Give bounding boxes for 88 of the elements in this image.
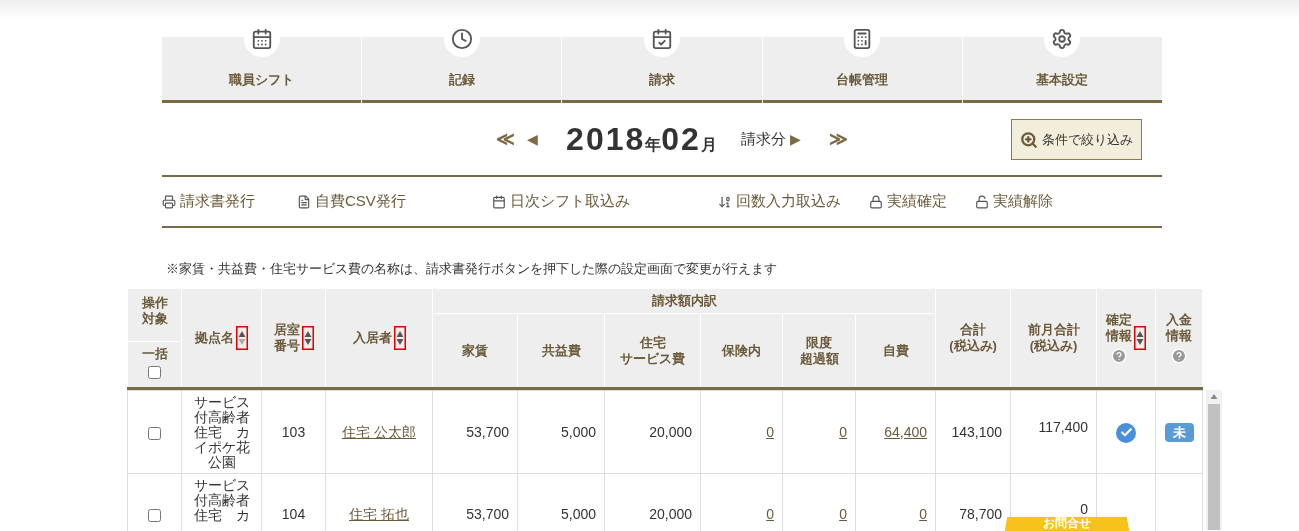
filter-button[interactable]: 条件で絞り込み — [1011, 119, 1142, 160]
period-title: 2018年02月 — [566, 120, 717, 159]
nav-tab[interactable]: 職員シフト — [162, 21, 363, 103]
amount-link[interactable]: 0 — [766, 506, 774, 523]
column-header: 自費 — [882, 342, 909, 359]
action-link[interactable]: 請求書発行 — [162, 190, 255, 213]
room-number: 104 — [281, 506, 306, 523]
calendar-icon — [250, 28, 273, 50]
column-header: (税込み) — [1029, 338, 1078, 355]
zoom-in-icon — [1020, 130, 1038, 149]
amount-text: 53,700 — [466, 506, 509, 523]
nav-tab[interactable]: 記録 — [362, 21, 563, 103]
column-header: 入居者 — [352, 330, 392, 347]
lock-icon — [868, 194, 883, 209]
help-icon[interactable] — [1171, 348, 1188, 365]
amount-link[interactable]: 0 — [839, 506, 847, 523]
column-header: 家賃 — [462, 342, 488, 359]
sort-icon[interactable] — [236, 326, 248, 351]
column-header: サービス費 — [620, 350, 685, 367]
row-checkbox[interactable] — [148, 426, 161, 440]
printer-icon — [162, 194, 176, 209]
calendar-check-icon — [651, 28, 673, 50]
resident-link[interactable]: 住宅 拓也 — [349, 506, 409, 523]
column-header: 超過額 — [799, 350, 839, 367]
sort-numeric-icon — [717, 194, 732, 209]
amount-link[interactable]: 64,400 — [884, 423, 927, 440]
column-header: (税込み) — [949, 338, 997, 355]
help-icon[interactable] — [1111, 348, 1128, 365]
column-header: 居室 — [273, 321, 300, 339]
action-link[interactable]: 回数入力取込み — [717, 190, 841, 213]
column-header: 保険内 — [722, 342, 761, 359]
action-link[interactable]: 実績確定 — [868, 190, 947, 213]
column-header: 一括 — [141, 344, 168, 362]
nav-tab[interactable]: 請求 — [562, 21, 763, 103]
nav-tab[interactable]: 台帳管理 — [762, 21, 963, 103]
amount-text: 5,000 — [560, 506, 596, 523]
column-header: 前月合計 — [1027, 321, 1080, 339]
previous-period-button[interactable]: ◀ — [527, 128, 539, 150]
column-header: 合計 — [960, 321, 986, 339]
column-header: 拠点名 — [195, 330, 234, 347]
amount-text: 78,700 — [959, 506, 1002, 523]
resident-link[interactable]: 住宅 公太郎 — [342, 423, 416, 440]
next-period-button[interactable]: ▶ — [789, 128, 801, 150]
calendar-icon — [491, 194, 506, 209]
column-header: 番号 — [273, 338, 300, 355]
action-link[interactable]: 日次シフト取込み — [491, 190, 630, 213]
amount-text: 117,400 — [1038, 419, 1088, 434]
document-icon — [297, 194, 311, 209]
column-header: 確定 — [1106, 311, 1133, 329]
column-header: 操作 — [141, 294, 168, 311]
scrollbar[interactable] — [1206, 390, 1222, 531]
action-link[interactable]: 自費CSV発行 — [297, 190, 406, 213]
amount-link[interactable]: 0 — [839, 423, 847, 440]
column-header: 住宅 — [639, 334, 666, 351]
amount-text: 20,000 — [649, 423, 692, 440]
amount-text: 0 — [1080, 502, 1088, 517]
clock-icon — [450, 28, 473, 50]
amount-text: 5,000 — [560, 423, 596, 440]
column-header: 情報 — [1106, 328, 1133, 345]
amount-text: 143,100 — [951, 423, 1002, 440]
settings-icon — [1051, 28, 1074, 50]
sort-icon[interactable] — [393, 326, 406, 351]
row-checkbox[interactable] — [148, 509, 161, 523]
first-period-button[interactable]: ≪ — [496, 125, 516, 153]
bulk-checkbox[interactable] — [148, 365, 161, 379]
column-header: 共益費 — [541, 342, 581, 359]
scrollbar-thumb[interactable] — [1208, 404, 1220, 531]
amount-text: 20,000 — [649, 506, 692, 523]
location-text: サービス付高齢者住宅 カ — [192, 478, 251, 524]
sort-icon[interactable] — [301, 326, 314, 351]
amount-text: 53,700 — [466, 423, 509, 440]
column-header: 情報 — [1166, 328, 1193, 345]
column-header: 対象 — [141, 310, 168, 328]
note-text: ※家賃・共益費・住宅サービス費の名称は、請求書発行ボタンを押下した際の設定画面で変更が行えます — [166, 260, 778, 278]
unlock-icon — [974, 194, 989, 209]
column-header: 入金 — [1166, 311, 1193, 329]
payment-badge: 未 — [1164, 422, 1194, 442]
amount-link[interactable]: 0 — [766, 423, 774, 440]
column-header: 限度 — [806, 334, 832, 351]
group-header: 請求額内訳 — [651, 293, 717, 308]
period-suffix: 請求分 — [740, 128, 786, 149]
room-number: 103 — [281, 423, 306, 440]
location-text: サービス付高齢者住宅 カイポケ花公園 — [192, 395, 251, 471]
amount-link[interactable]: 0 — [919, 506, 927, 523]
sort-icon[interactable] — [1134, 326, 1147, 351]
nav-tab[interactable]: 基本設定 — [962, 21, 1162, 103]
last-period-button[interactable]: ≫ — [828, 125, 848, 153]
action-link[interactable]: 実績解除 — [974, 190, 1053, 213]
